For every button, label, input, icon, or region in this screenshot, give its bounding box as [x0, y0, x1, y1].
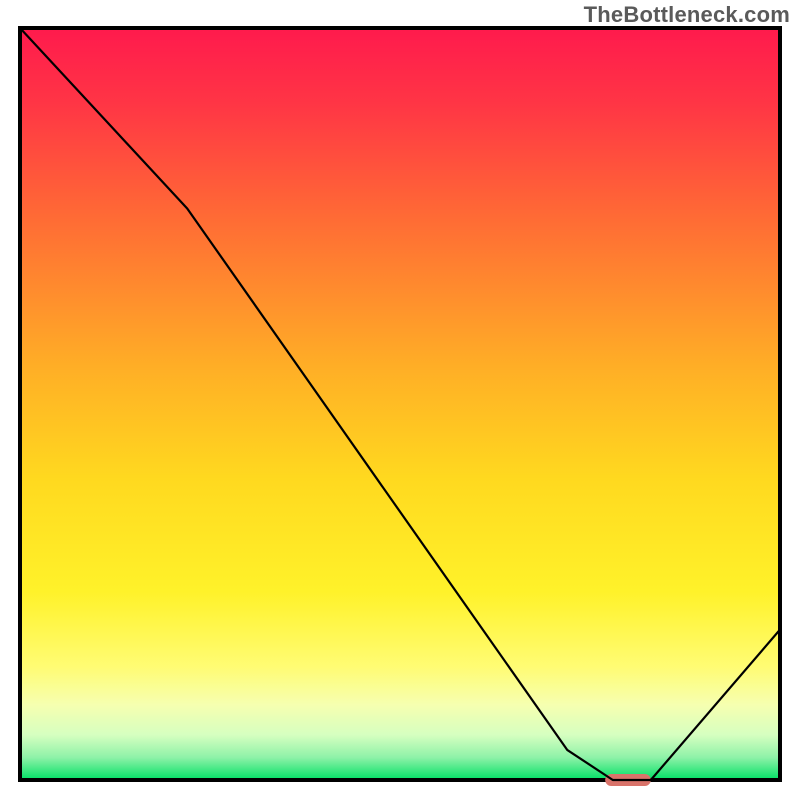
chart-container: TheBottleneck.com — [0, 0, 800, 800]
chart-background — [20, 28, 780, 780]
watermark-text: TheBottleneck.com — [584, 2, 790, 28]
bottleneck-chart — [0, 0, 800, 800]
